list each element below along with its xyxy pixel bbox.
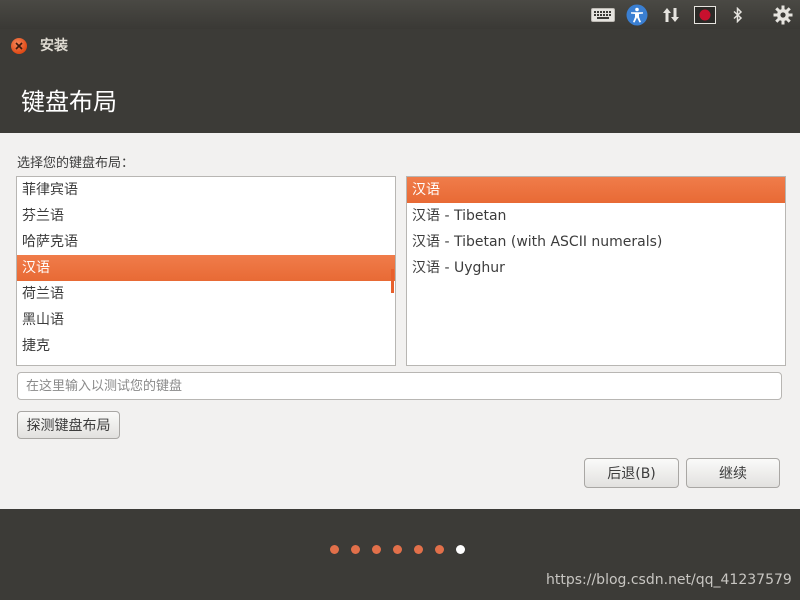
window-titlebar: 安装	[0, 29, 800, 60]
variant-item[interactable]: 汉语 - Tibetan	[407, 203, 785, 229]
layout-item-selected[interactable]: 汉语	[17, 255, 395, 281]
top-panel	[0, 0, 800, 29]
watermark-text: https://blog.csdn.net/qq_41237579	[546, 572, 792, 588]
variant-item[interactable]: 汉语 - Uyghur	[407, 255, 785, 281]
layout-item[interactable]: 哈萨克语	[17, 229, 395, 255]
progress-dot	[414, 545, 423, 554]
progress-dot	[393, 545, 402, 554]
variant-list[interactable]: 汉语 汉语 - Tibetan 汉语 - Tibetan (with ASCII…	[406, 176, 786, 366]
progress-dot-current	[456, 545, 465, 554]
detect-layout-button[interactable]: 探测键盘布局	[17, 411, 120, 439]
main-content: 选择您的键盘布局： 菲律宾语 芬兰语 哈萨克语 汉语 荷兰语 黑山语 捷克 汉语…	[0, 133, 800, 509]
variant-item[interactable]: 汉语 - Tibetan (with ASCII numerals)	[407, 229, 785, 255]
progress-dot	[372, 545, 381, 554]
page-title: 键盘布局	[21, 88, 117, 116]
layout-list-scrollbar[interactable]	[391, 269, 394, 293]
network-icon[interactable]	[660, 0, 682, 29]
layout-prompt: 选择您的键盘布局：	[17, 156, 135, 171]
accessibility-icon[interactable]	[625, 0, 649, 29]
layout-item[interactable]: 芬兰语	[17, 203, 395, 229]
progress-dot	[330, 545, 339, 554]
settings-gear-icon[interactable]	[772, 0, 794, 29]
back-button[interactable]: 后退(B)	[584, 458, 679, 488]
variant-item-selected[interactable]: 汉语	[407, 177, 785, 203]
layout-item[interactable]: 荷兰语	[17, 281, 395, 307]
close-button[interactable]	[11, 38, 27, 54]
keyboard-icon[interactable]	[590, 0, 616, 29]
bluetooth-icon[interactable]	[730, 0, 746, 29]
layout-item[interactable]: 菲律宾语	[17, 177, 395, 203]
record-icon[interactable]	[693, 0, 717, 29]
layout-item[interactable]: 捷克	[17, 333, 395, 359]
keyboard-test-input[interactable]	[17, 372, 782, 400]
progress-dot	[351, 545, 360, 554]
progress-dots	[330, 545, 465, 554]
continue-button[interactable]: 继续	[686, 458, 780, 488]
close-icon	[15, 42, 23, 50]
installer-footer: https://blog.csdn.net/qq_41237579	[0, 509, 800, 600]
layout-list[interactable]: 菲律宾语 芬兰语 哈萨克语 汉语 荷兰语 黑山语 捷克	[16, 176, 396, 366]
page-header: 键盘布局	[0, 60, 800, 133]
window-title: 安装	[40, 38, 68, 54]
progress-dot	[435, 545, 444, 554]
layout-item[interactable]: 黑山语	[17, 307, 395, 333]
